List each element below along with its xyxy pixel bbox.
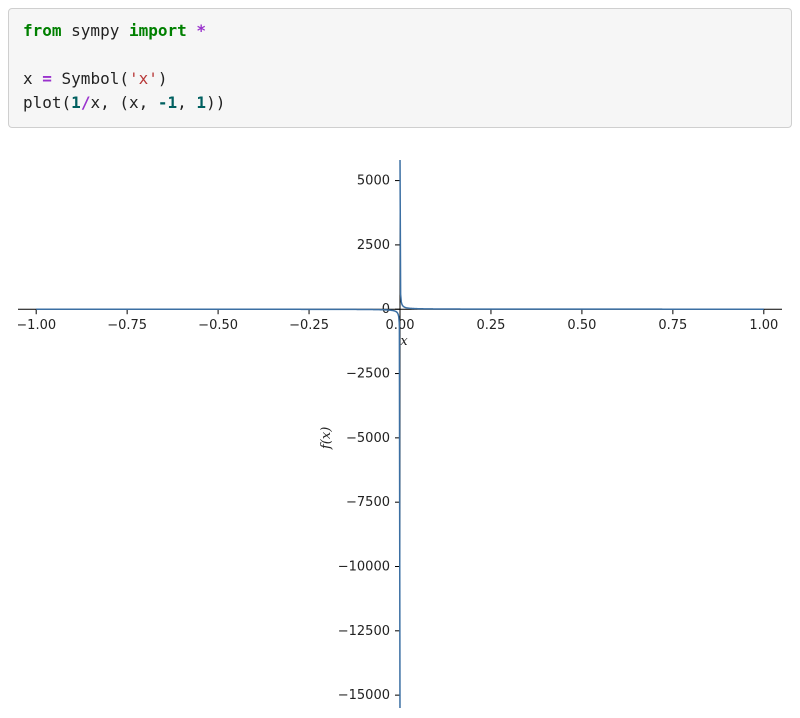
operator-eq: = — [42, 69, 52, 88]
x-tick-label: 0.50 — [567, 318, 596, 333]
number-literal: -1 — [158, 93, 177, 112]
plot-canvas: −1.00−0.75−0.50−0.250.000.250.500.751.00… — [18, 160, 782, 708]
x-tick-label: 0.75 — [658, 318, 687, 333]
y-tick-label: −7500 — [346, 495, 390, 510]
plot-output: −1.00−0.75−0.50−0.250.000.250.500.751.00… — [18, 160, 782, 708]
y-tick-label: −5000 — [346, 431, 390, 446]
y-tick-label: 5000 — [357, 174, 390, 189]
module-name: sympy — [62, 21, 129, 40]
x-tick-label: −0.25 — [289, 318, 329, 333]
y-tick-label: −2500 — [346, 367, 390, 382]
keyword-from: from — [23, 21, 62, 40]
code-line-1: from sympy import * — [23, 21, 206, 40]
x-tick-label: 1.00 — [749, 318, 778, 333]
x-tick-label: −0.50 — [198, 318, 238, 333]
x-tick-label: −0.75 — [107, 318, 147, 333]
y-tick-label: −15000 — [338, 688, 390, 703]
x-tick-label: 0.25 — [476, 318, 505, 333]
series-1-over-x-pos — [400, 160, 764, 309]
code-line-3: plot(1/x, (x, -1, 1)) — [23, 93, 225, 112]
y-tick-label: −10000 — [338, 559, 390, 574]
y-tick-label: 2500 — [357, 238, 390, 253]
operator-star: * — [196, 21, 206, 40]
x-axis-label: x — [400, 334, 408, 349]
number-literal: 1 — [196, 93, 206, 112]
string-literal: 'x' — [129, 69, 158, 88]
keyword-import: import — [129, 21, 187, 40]
y-tick-label: −12500 — [338, 624, 390, 639]
operator-slash: / — [81, 93, 91, 112]
y-axis-label: f(x) — [319, 427, 334, 450]
code-line-2: x = Symbol('x') — [23, 69, 168, 88]
notebook-page: from sympy import * x = Symbol('x') plot… — [0, 0, 800, 718]
code-cell[interactable]: from sympy import * x = Symbol('x') plot… — [8, 8, 792, 128]
x-tick-label: −1.00 — [18, 318, 56, 333]
number-literal: 1 — [71, 93, 81, 112]
